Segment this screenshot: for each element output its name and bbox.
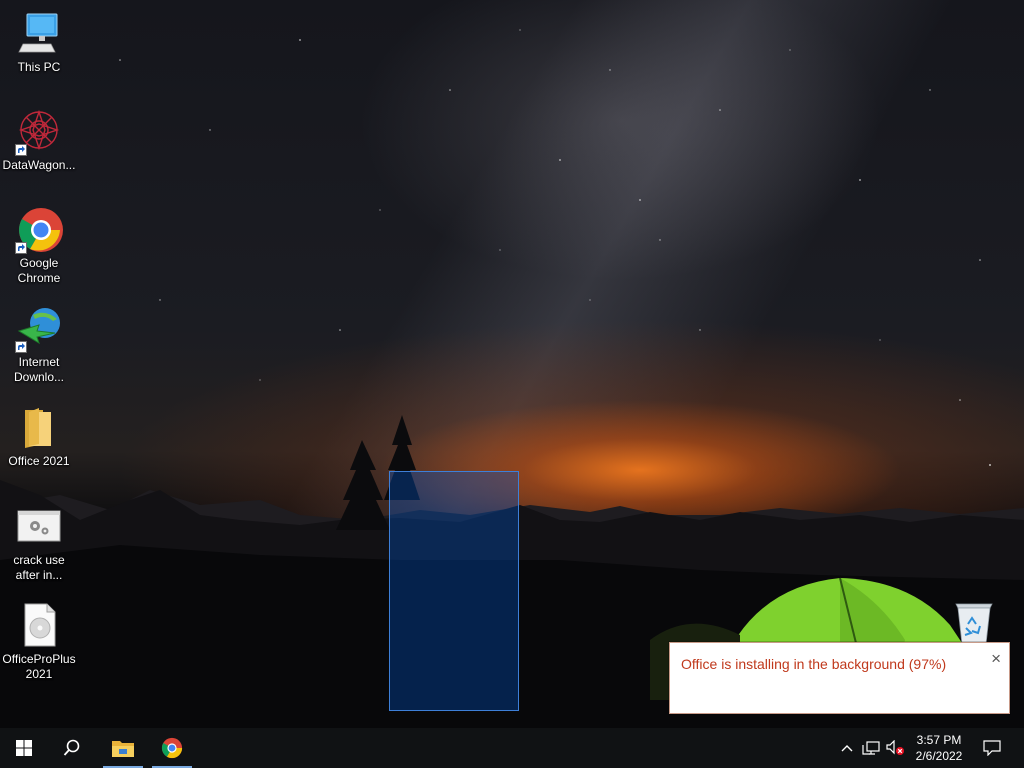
taskbar-file-explorer[interactable] — [103, 728, 143, 768]
desktop-icon-office-2021-folder[interactable]: Office 2021 — [0, 404, 78, 469]
chevron-up-icon — [841, 745, 853, 752]
desktop-icon-label: This PC — [17, 60, 61, 74]
drag-selection-rectangle — [389, 471, 519, 711]
folder-icon — [15, 404, 63, 452]
volume-muted-icon — [886, 740, 904, 755]
recycle-bin-icon — [955, 603, 993, 645]
office-install-notification[interactable]: Office is installing in the background (… — [669, 642, 1010, 714]
shortcut-arrow-icon — [15, 341, 27, 353]
volume-tray-button[interactable] — [884, 728, 906, 768]
desktop-icon-label: DataWagon... — [2, 158, 76, 172]
clock-time: 3:57 PM — [916, 733, 962, 747]
desktop-icon-label: Google Chrome — [17, 256, 61, 285]
desktop-icon-label: Internet Downlo... — [13, 355, 65, 384]
desktop-icon-label: OfficeProPlus 2021 — [2, 652, 76, 681]
show-hidden-icons-button[interactable] — [837, 728, 857, 768]
chrome-icon — [161, 737, 183, 759]
settings-file-icon — [15, 503, 63, 551]
computer-icon — [15, 10, 63, 58]
chrome-icon — [15, 206, 63, 254]
close-notification-button[interactable]: × — [991, 649, 1001, 669]
action-center-button[interactable] — [978, 728, 1006, 768]
file-explorer-icon — [112, 741, 134, 757]
network-icon — [862, 741, 880, 755]
taskbar: 3:57 PM 2/6/2022 — [0, 728, 1024, 768]
notification-message: Office is installing in the background (… — [681, 656, 947, 672]
datawagon-icon — [15, 108, 63, 156]
desktop-icon-crack-file[interactable]: crack use after in... — [0, 503, 78, 583]
desktop-icon-label: Office 2021 — [8, 454, 70, 468]
network-tray-button[interactable] — [860, 728, 882, 768]
shortcut-arrow-icon — [15, 144, 27, 156]
search-button[interactable] — [48, 728, 96, 768]
shortcut-arrow-icon — [15, 242, 27, 254]
clock-date: 2/6/2022 — [915, 749, 963, 763]
desktop-icon-this-pc[interactable]: This PC — [0, 10, 78, 75]
taskbar-clock[interactable]: 3:57 PM 2/6/2022 — [908, 732, 970, 764]
desktop-icon-datawagon[interactable]: DataWagon... — [0, 108, 78, 173]
search-icon — [63, 739, 80, 756]
idm-icon — [15, 305, 63, 353]
disc-image-icon — [15, 602, 63, 650]
recycle-bin[interactable] — [950, 602, 998, 646]
desktop-icon-officeproplus-2021[interactable]: OfficeProPlus 2021 — [0, 602, 78, 682]
action-center-icon — [983, 740, 1001, 756]
windows-logo-icon — [16, 740, 32, 756]
desktop-icon-internet-download-manager[interactable]: Internet Downlo... — [0, 305, 78, 385]
desktop-icon-google-chrome[interactable]: Google Chrome — [0, 206, 78, 286]
desktop-icon-label: crack use after in... — [13, 553, 65, 582]
start-button[interactable] — [0, 728, 48, 768]
taskbar-google-chrome[interactable] — [152, 728, 192, 768]
